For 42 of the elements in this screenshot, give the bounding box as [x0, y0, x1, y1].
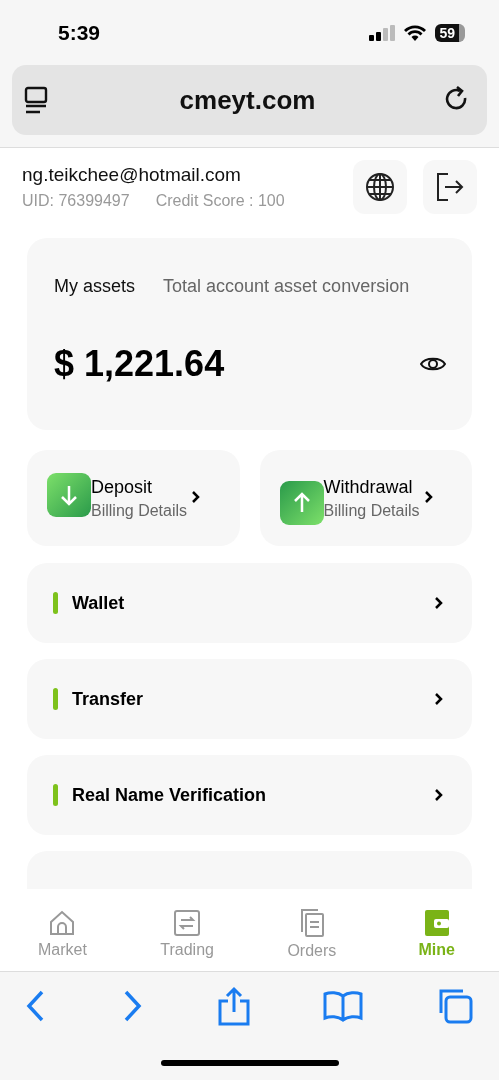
share-icon[interactable] [216, 986, 251, 1026]
user-email: ng.teikchee@hotmail.com [22, 164, 242, 186]
address-bar[interactable]: cmeyt.com [12, 65, 487, 135]
assets-title: My assets [54, 276, 136, 297]
chevron-right-icon [434, 788, 444, 802]
battery-level: 59 [435, 23, 465, 42]
assets-subtitle: Total account asset conversion [163, 276, 410, 297]
action-title: Withdrawal [323, 476, 414, 498]
arrow-up-icon [279, 481, 324, 525]
chevron-right-icon [191, 489, 202, 504]
action-subtitle: Billing Details [323, 501, 420, 520]
url-text: cmeyt.com [179, 84, 316, 116]
language-button[interactable] [353, 160, 407, 214]
page-menu-icon[interactable] [24, 86, 50, 114]
status-time: 5:39 [58, 20, 101, 45]
credit-score: Credit Score : 100 [155, 192, 285, 210]
asset-amount: $ 1,221.64 [54, 343, 225, 385]
menu-item[interactable]: Wallet [27, 563, 472, 643]
user-uid: UID: 76399497 [22, 192, 130, 210]
wallet-icon [423, 908, 450, 937]
action-title: Deposit [91, 476, 154, 498]
chevron-right-icon [434, 692, 444, 706]
book-icon[interactable] [322, 990, 363, 1022]
home-icon [48, 908, 77, 937]
chevron-right-icon [434, 596, 444, 610]
signal-icon [369, 24, 396, 41]
accent-bar [53, 592, 58, 614]
logout-button[interactable] [423, 160, 477, 214]
action-subtitle: Billing Details [91, 501, 188, 520]
accent-bar [53, 688, 58, 710]
accent-bar [53, 784, 58, 806]
arrow-down-icon [47, 473, 91, 517]
menu-item[interactable]: Real Name Verification [27, 755, 472, 835]
logout-icon [436, 172, 464, 202]
withdrawal-button[interactable]: Withdrawal Billing Details [259, 450, 472, 546]
eye-icon[interactable] [420, 355, 446, 373]
exchange-icon [173, 908, 202, 937]
wifi-icon [403, 24, 428, 41]
globe-icon [365, 172, 395, 202]
menu-item[interactable]: Transfer [27, 659, 472, 739]
chevron-right-icon [423, 489, 434, 504]
deposit-button[interactable]: Deposit Billing Details [27, 450, 240, 546]
